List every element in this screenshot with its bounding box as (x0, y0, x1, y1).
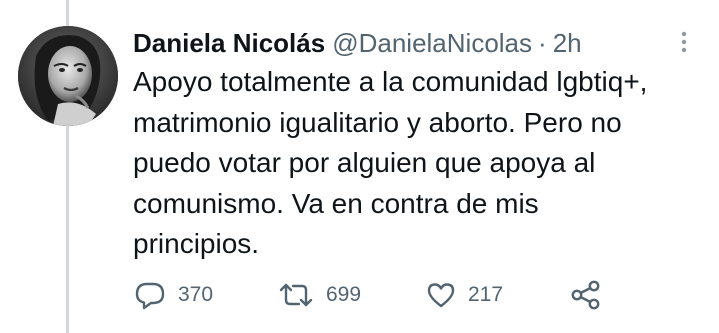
share-icon (571, 280, 600, 310)
share-button[interactable] (570, 278, 602, 312)
like-count: 217 (468, 283, 504, 306)
tweet-text-line: puedo votar por alguien que apoya al (133, 147, 596, 178)
avatar-photo (18, 26, 118, 126)
tweet-text-line: comunismo. Va en contra de mis (133, 187, 539, 219)
heart-icon (427, 283, 455, 308)
author-display-name[interactable]: Daniela Nicolás (133, 28, 325, 59)
author-handle[interactable]: @DanielaNicolas (332, 28, 532, 59)
avatar[interactable] (18, 26, 118, 126)
tweet-text-line: principios. (133, 228, 260, 259)
like-button[interactable]: 217 (426, 278, 503, 312)
tweet-timestamp[interactable]: 2h (553, 28, 582, 59)
retweet-button[interactable]: 699 (278, 278, 361, 312)
tweet-text-line: Apoyo totalmente a la comunidad lgbtiq+, (133, 66, 648, 97)
tweet[interactable]: Daniela Nicolás @DanielaNicolas · 2h Apo… (0, 0, 719, 333)
separator-dot: · (538, 27, 547, 58)
reply-icon (135, 282, 165, 310)
more-options-button[interactable] (670, 28, 698, 56)
tweet-text: Apoyo totalmente a la comunidad lgbtiq+,… (133, 62, 709, 265)
retweet-count: 699 (326, 283, 362, 306)
tweet-text-line: matrimonio igualitario y aborto. Pero no (133, 106, 622, 138)
retweet-icon (279, 283, 313, 307)
more-dots-icon (681, 31, 687, 53)
tweet-header: Daniela Nicolás @DanielaNicolas · 2h (133, 26, 582, 60)
reply-count: 370 (178, 283, 214, 306)
reply-button[interactable]: 370 (134, 278, 213, 312)
